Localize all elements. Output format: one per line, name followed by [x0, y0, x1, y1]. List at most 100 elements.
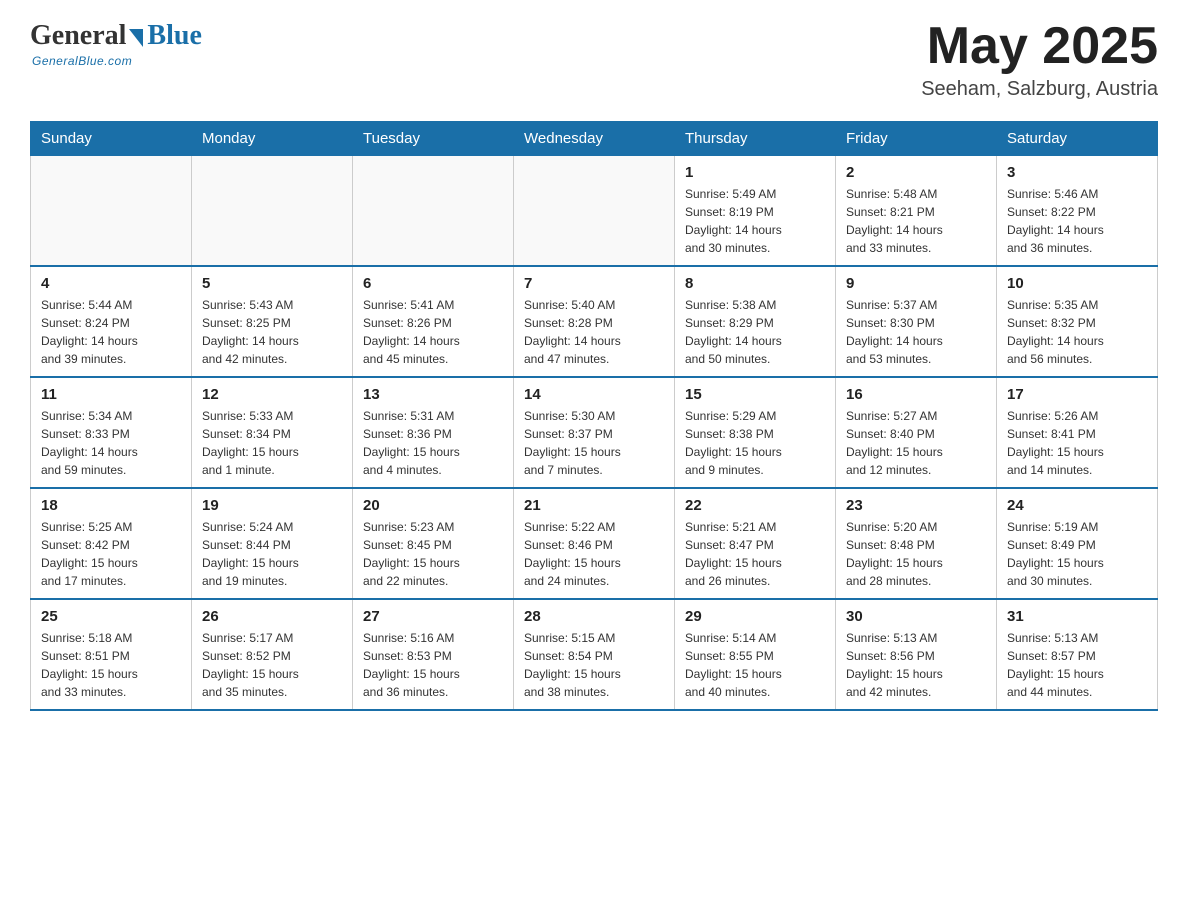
day-info: Sunrise: 5:16 AMSunset: 8:53 PMDaylight:…	[363, 629, 503, 701]
day-info: Sunrise: 5:15 AMSunset: 8:54 PMDaylight:…	[524, 629, 664, 701]
day-info: Sunrise: 5:34 AMSunset: 8:33 PMDaylight:…	[41, 407, 181, 479]
calendar-cell: 20 Sunrise: 5:23 AMSunset: 8:45 PMDayligh…	[353, 488, 514, 599]
calendar-cell: 4 Sunrise: 5:44 AMSunset: 8:24 PMDaylight…	[31, 266, 192, 377]
day-number: 29	[685, 608, 825, 625]
day-info: Sunrise: 5:25 AMSunset: 8:42 PMDaylight:…	[41, 518, 181, 590]
day-info: Sunrise: 5:43 AMSunset: 8:25 PMDaylight:…	[202, 296, 342, 368]
weekday-header-saturday: Saturday	[997, 122, 1158, 156]
day-number: 25	[41, 608, 181, 625]
day-info: Sunrise: 5:23 AMSunset: 8:45 PMDaylight:…	[363, 518, 503, 590]
calendar-cell: 18 Sunrise: 5:25 AMSunset: 8:42 PMDayligh…	[31, 488, 192, 599]
day-info: Sunrise: 5:31 AMSunset: 8:36 PMDaylight:…	[363, 407, 503, 479]
calendar-cell	[192, 156, 353, 267]
weekday-header-sunday: Sunday	[31, 122, 192, 156]
logo-blue-text: Blue	[147, 20, 201, 52]
calendar-cell: 23Sunrise: 5:20 AMSunset: 8:48 PMDayligh…	[836, 488, 997, 599]
day-number: 26	[202, 608, 342, 625]
day-number: 27	[363, 608, 503, 625]
calendar-cell: 17 Sunrise: 5:26 AMSunset: 8:41 PMDayligh…	[997, 377, 1158, 488]
calendar-cell: 21 Sunrise: 5:22 AMSunset: 8:46 PMDayligh…	[514, 488, 675, 599]
logo-tagline: GeneralBlue.com	[32, 54, 132, 68]
day-number: 13	[363, 386, 503, 403]
calendar-header-row: SundayMondayTuesdayWednesdayThursdayFrid…	[31, 122, 1158, 156]
calendar-week-row: 4 Sunrise: 5:44 AMSunset: 8:24 PMDaylight…	[31, 266, 1158, 377]
day-info: Sunrise: 5:46 AMSunset: 8:22 PMDaylight:…	[1007, 185, 1147, 257]
day-number: 30	[846, 608, 986, 625]
calendar-cell: 22Sunrise: 5:21 AMSunset: 8:47 PMDayligh…	[675, 488, 836, 599]
day-info: Sunrise: 5:22 AMSunset: 8:46 PMDaylight:…	[524, 518, 664, 590]
day-number: 5	[202, 275, 342, 292]
day-number: 18	[41, 497, 181, 514]
calendar-cell: 29 Sunrise: 5:14 AMSunset: 8:55 PMDayligh…	[675, 599, 836, 710]
calendar-cell: 31Sunrise: 5:13 AMSunset: 8:57 PMDayligh…	[997, 599, 1158, 710]
calendar-week-row: 11 Sunrise: 5:34 AMSunset: 8:33 PMDayligh…	[31, 377, 1158, 488]
calendar-cell: 25 Sunrise: 5:18 AMSunset: 8:51 PMDayligh…	[31, 599, 192, 710]
calendar-cell: 13 Sunrise: 5:31 AMSunset: 8:36 PMDayligh…	[353, 377, 514, 488]
day-number: 17	[1007, 386, 1147, 403]
calendar-cell: 3 Sunrise: 5:46 AMSunset: 8:22 PMDaylight…	[997, 156, 1158, 267]
location-subtitle: Seeham, Salzburg, Austria	[921, 78, 1158, 101]
weekday-header-tuesday: Tuesday	[353, 122, 514, 156]
calendar-cell: 12 Sunrise: 5:33 AMSunset: 8:34 PMDayligh…	[192, 377, 353, 488]
day-info: Sunrise: 5:17 AMSunset: 8:52 PMDaylight:…	[202, 629, 342, 701]
day-info: Sunrise: 5:26 AMSunset: 8:41 PMDaylight:…	[1007, 407, 1147, 479]
calendar-cell: 2 Sunrise: 5:48 AMSunset: 8:21 PMDaylight…	[836, 156, 997, 267]
calendar-cell: 14Sunrise: 5:30 AMSunset: 8:37 PMDayligh…	[514, 377, 675, 488]
day-number: 20	[363, 497, 503, 514]
day-info: Sunrise: 5:24 AMSunset: 8:44 PMDaylight:…	[202, 518, 342, 590]
day-number: 11	[41, 386, 181, 403]
day-info: Sunrise: 5:41 AMSunset: 8:26 PMDaylight:…	[363, 296, 503, 368]
calendar-cell: 6 Sunrise: 5:41 AMSunset: 8:26 PMDaylight…	[353, 266, 514, 377]
day-info: Sunrise: 5:35 AMSunset: 8:32 PMDaylight:…	[1007, 296, 1147, 368]
day-info: Sunrise: 5:27 AMSunset: 8:40 PMDaylight:…	[846, 407, 986, 479]
calendar-cell: 7 Sunrise: 5:40 AMSunset: 8:28 PMDaylight…	[514, 266, 675, 377]
day-number: 1	[685, 164, 825, 181]
calendar-cell: 28 Sunrise: 5:15 AMSunset: 8:54 PMDayligh…	[514, 599, 675, 710]
weekday-header-thursday: Thursday	[675, 122, 836, 156]
day-number: 8	[685, 275, 825, 292]
calendar-body: 1 Sunrise: 5:49 AMSunset: 8:19 PMDaylight…	[31, 156, 1158, 711]
day-info: Sunrise: 5:20 AMSunset: 8:48 PMDaylight:…	[846, 518, 986, 590]
calendar-cell: 8 Sunrise: 5:38 AMSunset: 8:29 PMDaylight…	[675, 266, 836, 377]
day-info: Sunrise: 5:40 AMSunset: 8:28 PMDaylight:…	[524, 296, 664, 368]
day-number: 2	[846, 164, 986, 181]
logo: General Blue GeneralBlue.com	[30, 20, 202, 68]
day-info: Sunrise: 5:14 AMSunset: 8:55 PMDaylight:…	[685, 629, 825, 701]
page-header: General Blue GeneralBlue.com May 2025 Se…	[30, 20, 1158, 101]
day-info: Sunrise: 5:49 AMSunset: 8:19 PMDaylight:…	[685, 185, 825, 257]
day-info: Sunrise: 5:13 AMSunset: 8:56 PMDaylight:…	[846, 629, 986, 701]
day-number: 28	[524, 608, 664, 625]
day-number: 6	[363, 275, 503, 292]
day-number: 10	[1007, 275, 1147, 292]
calendar-cell	[353, 156, 514, 267]
day-number: 21	[524, 497, 664, 514]
day-number: 7	[524, 275, 664, 292]
calendar-cell	[31, 156, 192, 267]
calendar-cell: 1 Sunrise: 5:49 AMSunset: 8:19 PMDaylight…	[675, 156, 836, 267]
calendar-cell: 5 Sunrise: 5:43 AMSunset: 8:25 PMDaylight…	[192, 266, 353, 377]
calendar-cell: 9Sunrise: 5:37 AMSunset: 8:30 PMDaylight…	[836, 266, 997, 377]
day-info: Sunrise: 5:29 AMSunset: 8:38 PMDaylight:…	[685, 407, 825, 479]
day-info: Sunrise: 5:33 AMSunset: 8:34 PMDaylight:…	[202, 407, 342, 479]
day-info: Sunrise: 5:13 AMSunset: 8:57 PMDaylight:…	[1007, 629, 1147, 701]
calendar-cell	[514, 156, 675, 267]
calendar-table: SundayMondayTuesdayWednesdayThursdayFrid…	[30, 121, 1158, 711]
calendar-cell: 30 Sunrise: 5:13 AMSunset: 8:56 PMDayligh…	[836, 599, 997, 710]
day-info: Sunrise: 5:37 AMSunset: 8:30 PMDaylight:…	[846, 296, 986, 368]
day-info: Sunrise: 5:44 AMSunset: 8:24 PMDaylight:…	[41, 296, 181, 368]
calendar-cell: 27 Sunrise: 5:16 AMSunset: 8:53 PMDayligh…	[353, 599, 514, 710]
day-info: Sunrise: 5:38 AMSunset: 8:29 PMDaylight:…	[685, 296, 825, 368]
day-info: Sunrise: 5:18 AMSunset: 8:51 PMDaylight:…	[41, 629, 181, 701]
day-number: 4	[41, 275, 181, 292]
logo-triangle-icon	[129, 29, 143, 47]
title-section: May 2025 Seeham, Salzburg, Austria	[921, 20, 1158, 101]
day-number: 12	[202, 386, 342, 403]
day-info: Sunrise: 5:48 AMSunset: 8:21 PMDaylight:…	[846, 185, 986, 257]
day-number: 14	[524, 386, 664, 403]
logo-general-text: General	[30, 20, 126, 52]
weekday-header-monday: Monday	[192, 122, 353, 156]
day-number: 24	[1007, 497, 1147, 514]
calendar-week-row: 1 Sunrise: 5:49 AMSunset: 8:19 PMDaylight…	[31, 156, 1158, 267]
day-info: Sunrise: 5:19 AMSunset: 8:49 PMDaylight:…	[1007, 518, 1147, 590]
day-number: 3	[1007, 164, 1147, 181]
